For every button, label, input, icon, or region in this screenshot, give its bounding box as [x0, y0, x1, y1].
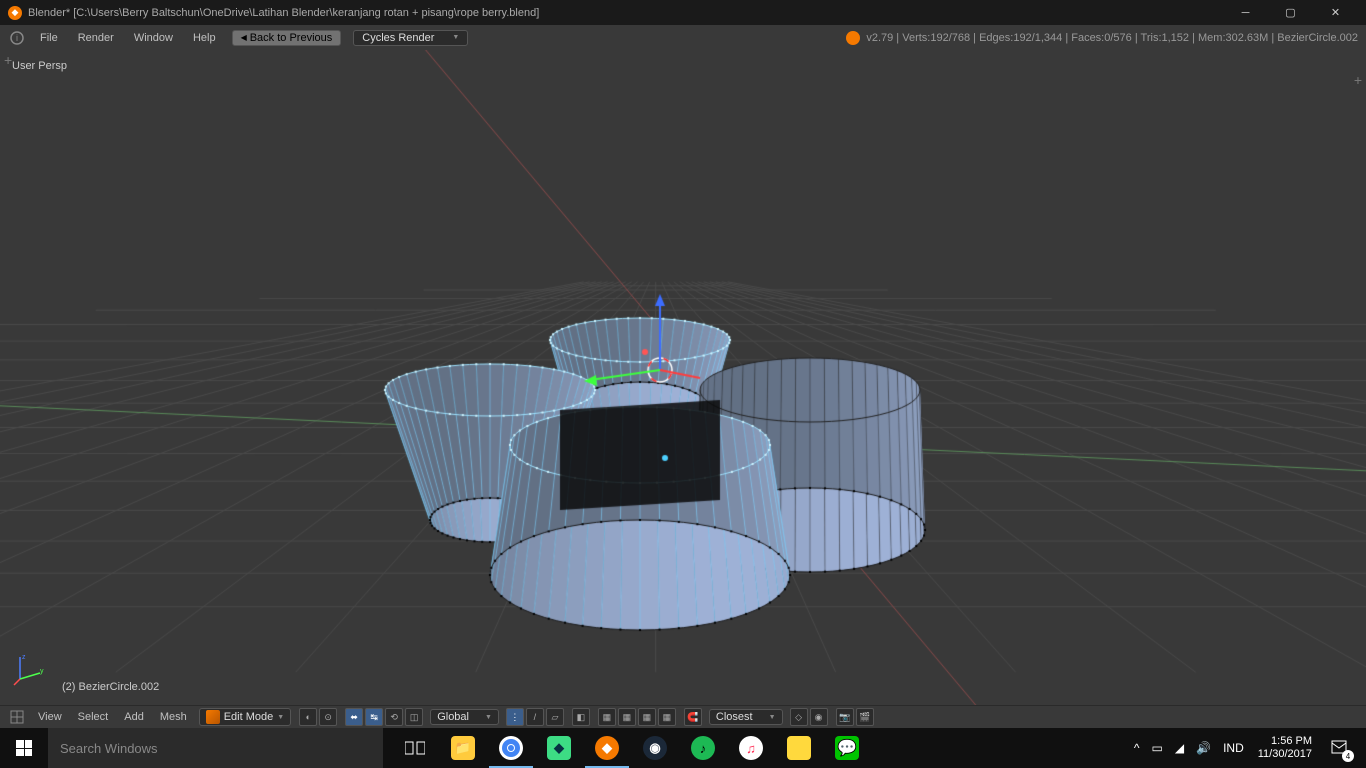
windows-taskbar: Search Windows 📁 ◆ ◆ ◉ ♪ ♫ 💬 ^ ▭ ◢ 🔊 IND… [0, 728, 1366, 768]
menu-add[interactable]: Add [116, 711, 152, 723]
line-icon[interactable]: 💬 [823, 728, 871, 768]
taskview-icon[interactable] [391, 728, 439, 768]
shading-dropdown-icon[interactable]: ◐ [299, 708, 317, 726]
back-to-previous-button[interactable]: Back to Previous [232, 30, 342, 46]
menu-window[interactable]: Window [124, 32, 183, 44]
battery-icon[interactable]: ▭ [1146, 741, 1169, 755]
spotify-icon[interactable]: ♪ [679, 728, 727, 768]
snap-toggle-icon[interactable]: 🧲 [684, 708, 702, 726]
manipulator-toggle-icon[interactable]: ⬌ [345, 708, 363, 726]
layer-2-icon[interactable]: ▦ [618, 708, 636, 726]
system-tray: ^ ▭ ◢ 🔊 IND 1:56 PM 11/30/2017 4 [1128, 728, 1366, 768]
menu-select[interactable]: Select [70, 711, 117, 723]
svg-text:i: i [16, 33, 18, 43]
minimize-button[interactable]: ─ [1223, 0, 1268, 25]
snap-element-icon[interactable]: ◇ [790, 708, 808, 726]
opengl-anim-icon[interactable]: 🎬 [856, 708, 874, 726]
layer-3-icon[interactable]: ▦ [638, 708, 656, 726]
android-studio-icon[interactable]: ◆ [535, 728, 583, 768]
opengl-render-icon[interactable]: 📷 [836, 708, 854, 726]
info-editor-icon[interactable]: i [8, 29, 26, 47]
translate-manipulator-icon[interactable]: ↹ [365, 708, 383, 726]
edge-select-icon[interactable]: / [526, 708, 544, 726]
rotate-manipulator-icon[interactable]: ⟲ [385, 708, 403, 726]
window-title: Blender* [C:\Users\Berry Baltschun\OneDr… [28, 7, 539, 19]
render-engine-dropdown[interactable]: Cycles Render [353, 30, 468, 46]
top-menubar: i File Render Window Help Back to Previo… [0, 25, 1366, 50]
mode-dropdown[interactable]: Edit Mode [199, 708, 291, 726]
3d-viewport[interactable]: + + User Persp (2) BezierCircle.002 z y [0, 50, 1366, 705]
close-button[interactable]: ✕ [1313, 0, 1358, 25]
viewport-header: View Select Add Mesh Edit Mode ◐ ⊙ ⬌ ↹ ⟲… [0, 705, 1366, 728]
orientation-dropdown[interactable]: Global [430, 709, 499, 725]
blender-taskbar-icon[interactable]: ◆ [583, 728, 631, 768]
toolbar-expand-icon[interactable]: + [4, 52, 12, 68]
search-input[interactable]: Search Windows [48, 728, 383, 768]
menu-mesh[interactable]: Mesh [152, 711, 195, 723]
chrome-icon[interactable] [487, 728, 535, 768]
blender-logo-icon [846, 31, 860, 45]
active-object-label: (2) BezierCircle.002 [62, 681, 159, 693]
perspective-label: User Persp [12, 60, 67, 72]
start-button[interactable] [0, 728, 48, 768]
limit-selection-icon[interactable]: ◧ [572, 708, 590, 726]
fileexplorer-icon[interactable]: 📁 [439, 728, 487, 768]
layer-1-icon[interactable]: ▦ [598, 708, 616, 726]
stickynotes-icon[interactable] [775, 728, 823, 768]
scale-manipulator-icon[interactable]: ◫ [405, 708, 423, 726]
svg-text:y: y [40, 668, 44, 675]
language-indicator[interactable]: IND [1217, 741, 1250, 755]
axis-gizmo-icon: z y [12, 651, 48, 687]
menu-help[interactable]: Help [183, 32, 226, 44]
viewport-canvas[interactable] [0, 50, 1366, 705]
itunes-icon[interactable]: ♫ [727, 728, 775, 768]
face-select-icon[interactable]: ▱ [546, 708, 564, 726]
pivot-dropdown-icon[interactable]: ⊙ [319, 708, 337, 726]
windows-logo-icon [16, 740, 32, 756]
menu-render[interactable]: Render [68, 32, 124, 44]
wifi-icon[interactable]: ◢ [1169, 741, 1190, 755]
snap-target-dropdown[interactable]: Closest [709, 709, 783, 725]
blender-app-icon: ◆ [8, 6, 22, 20]
view3d-editor-icon[interactable] [8, 708, 26, 726]
properties-expand-icon[interactable]: + [1354, 72, 1362, 88]
tray-expand-icon[interactable]: ^ [1128, 741, 1146, 755]
menu-file[interactable]: File [30, 32, 68, 44]
clock[interactable]: 1:56 PM 11/30/2017 [1250, 735, 1320, 761]
notification-icon[interactable]: 4 [1320, 728, 1358, 768]
maximize-button[interactable]: ▢ [1268, 0, 1313, 25]
vertex-select-icon[interactable]: ⋮ [506, 708, 524, 726]
window-titlebar: ◆ Blender* [C:\Users\Berry Baltschun\One… [0, 0, 1366, 25]
volume-icon[interactable]: 🔊 [1190, 741, 1217, 755]
scene-statistics: v2.79 | Verts:192/768 | Edges:192/1,344 … [846, 31, 1358, 45]
svg-text:z: z [22, 654, 26, 661]
steam-icon[interactable]: ◉ [631, 728, 679, 768]
menu-view[interactable]: View [30, 711, 70, 723]
proportional-edit-icon[interactable]: ◉ [810, 708, 828, 726]
layer-4-icon[interactable]: ▦ [658, 708, 676, 726]
